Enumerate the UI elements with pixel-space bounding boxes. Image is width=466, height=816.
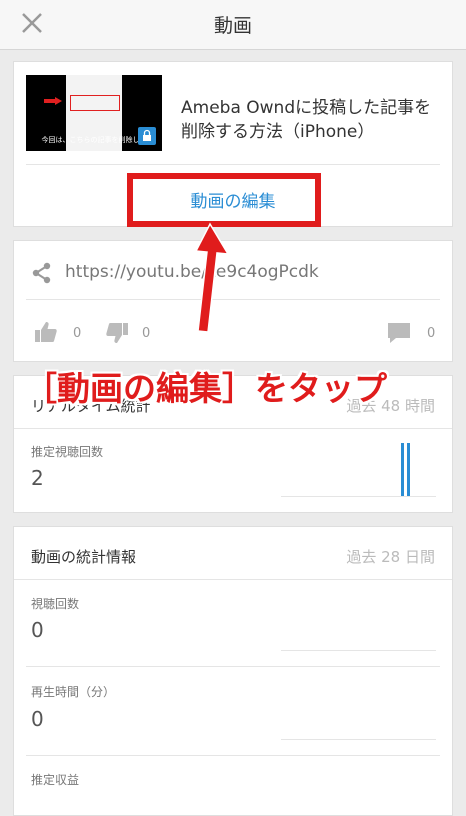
views-label: 視聴回数 — [31, 597, 80, 611]
page-title: 動画 — [213, 15, 252, 37]
thumbnail-arrow-icon — [44, 97, 62, 105]
watch-chart-baseline — [281, 739, 436, 740]
watch-time-value: 0 — [31, 707, 44, 731]
revenue-label: 推定収益 — [31, 773, 80, 787]
thumbnail-highlight — [70, 95, 120, 111]
video-title: Ameba Owndに投稿した記事を削除する方法（iPhone） — [181, 98, 432, 142]
comments-count: 0 — [427, 326, 436, 341]
divider — [14, 428, 452, 429]
annotation-arrow-icon — [194, 222, 230, 333]
stats-period: 過去 28 日間 — [346, 548, 435, 566]
nav-bar: 動画 — [0, 0, 466, 50]
annotation-text: ［動画の編集］をタップ — [24, 369, 387, 408]
dislikes-count: 0 — [142, 326, 151, 341]
estimated-views-label: 推定視聴回数 — [31, 445, 104, 459]
realtime-bar — [407, 443, 410, 496]
video-thumbnail[interactable]: 今回は、こちらの記事を削除しま — [26, 75, 162, 151]
stats-card: 動画の統計情報 過去 28 日間 視聴回数 0 再生時間（分） 0 推定収益 — [13, 526, 453, 816]
comment-icon — [388, 323, 410, 343]
stats-title: 動画の統計情報 — [31, 548, 137, 566]
annotation-highlight-frame — [127, 173, 321, 227]
views-value: 0 — [31, 618, 44, 642]
divider — [26, 755, 440, 756]
thumbs-down-icon — [106, 323, 128, 343]
likes-count: 0 — [73, 326, 82, 341]
views-chart-baseline — [281, 650, 436, 651]
thumbs-up-icon — [35, 322, 57, 342]
divider — [26, 164, 440, 165]
lock-icon — [138, 127, 156, 145]
estimated-views-value: 2 — [31, 466, 44, 490]
realtime-chart-baseline — [281, 496, 436, 497]
divider — [14, 579, 452, 580]
watch-time-label: 再生時間（分） — [31, 685, 116, 699]
realtime-bar — [401, 443, 404, 496]
divider — [26, 666, 440, 667]
share-icon[interactable] — [31, 262, 53, 284]
